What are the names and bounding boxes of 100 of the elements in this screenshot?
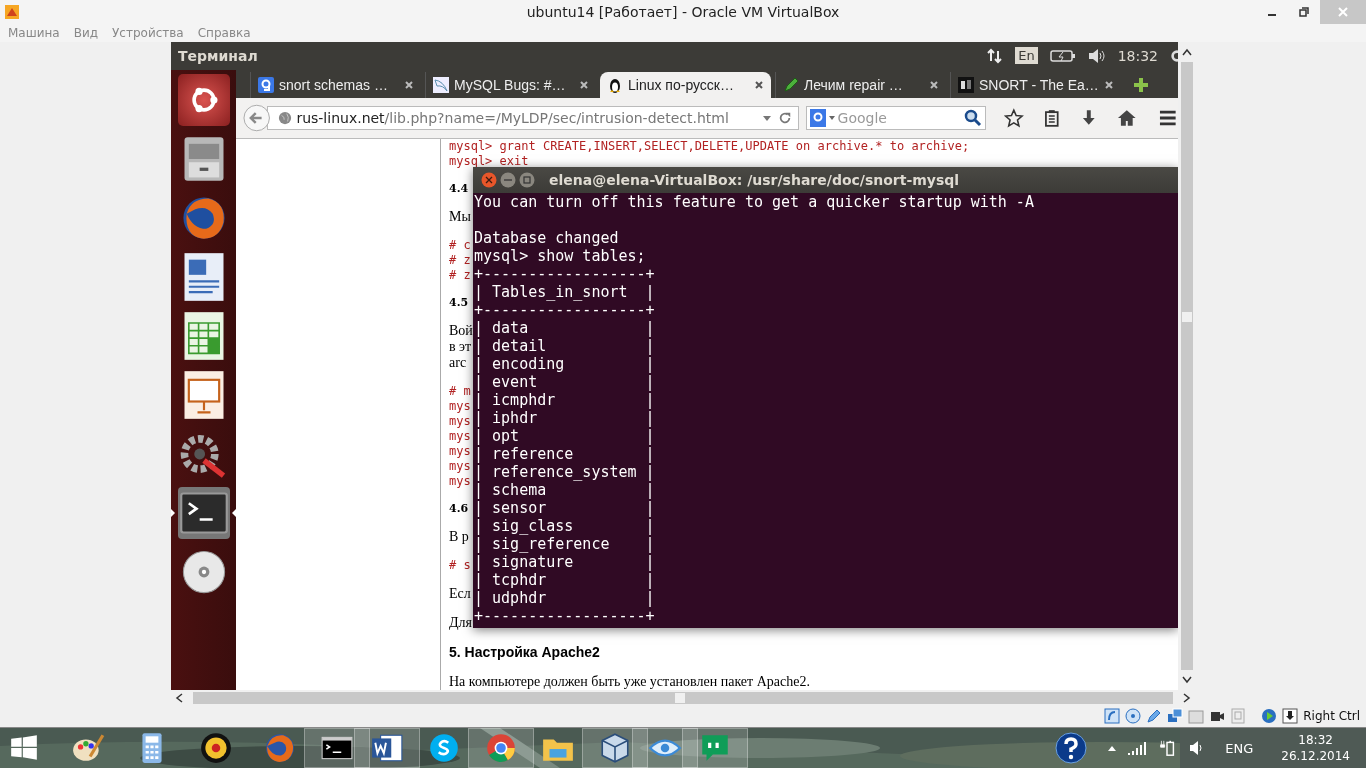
browser-tab[interactable]: Лечим repair … xyxy=(775,71,946,98)
plus-icon[interactable] xyxy=(1133,76,1149,93)
terminal-line: +------------------+ xyxy=(474,606,656,625)
section-heading: 5. Настройка Apache2 xyxy=(449,643,600,661)
close-icon[interactable] xyxy=(404,79,414,90)
terminal-line: +------------------+ xyxy=(474,264,656,283)
scroll-up-icon[interactable] xyxy=(1181,47,1192,56)
pencil-icon xyxy=(783,76,799,93)
home-icon[interactable] xyxy=(1116,107,1137,128)
search-icon[interactable] xyxy=(964,108,983,127)
terminal-line: +------------------+ xyxy=(474,300,656,319)
ubuntu-logo-icon[interactable] xyxy=(177,73,230,126)
close-icon[interactable] xyxy=(579,79,589,90)
terminal-line: mysql> show tables; xyxy=(474,246,647,265)
restore-icon xyxy=(1299,7,1309,17)
terminal-title: elena@elena-VirtualBox: /usr/share/doc/snort-mysql xyxy=(549,171,960,188)
paragraph-text: Вой xyxy=(449,322,473,339)
terminal-line: | icmphdr | xyxy=(474,390,656,409)
signal-icon[interactable] xyxy=(1127,740,1148,756)
chrome-icon[interactable] xyxy=(484,731,518,765)
code-line: mys xyxy=(449,428,471,444)
browser-tab[interactable]: snort schemas … xyxy=(250,71,421,98)
terminal-line: | opt | xyxy=(474,426,656,445)
scroll-left-icon[interactable] xyxy=(175,692,183,703)
section-number: 4.4 xyxy=(449,181,469,196)
close-icon xyxy=(1338,7,1348,17)
battery-icon[interactable] xyxy=(1049,48,1076,63)
search-box[interactable]: Google xyxy=(805,105,987,130)
scroll-down-icon[interactable] xyxy=(1181,675,1192,684)
virtualbox-icon[interactable] xyxy=(598,731,632,765)
terminal-line: | udphdr | xyxy=(474,588,656,607)
app-title: Терминал xyxy=(178,47,258,64)
terminal-line: | iphdr | xyxy=(474,408,656,427)
terminal-line: | Tables_in_snort | xyxy=(474,282,656,301)
terminal-line: You can turn off this feature to get a quicker startup with -A xyxy=(474,192,1035,211)
search-field[interactable]: Google xyxy=(835,108,965,127)
maximize-button[interactable] xyxy=(519,171,535,188)
close-icon[interactable] xyxy=(754,79,764,90)
folder-icon xyxy=(1188,708,1205,725)
terminal-line: | event | xyxy=(474,372,656,391)
code-line: mys xyxy=(449,473,471,489)
help-icon[interactable] xyxy=(1055,732,1088,764)
globe-icon xyxy=(1261,708,1278,725)
scroll-right-icon[interactable] xyxy=(1183,692,1191,703)
scroll-thumb[interactable] xyxy=(1181,311,1192,322)
back-button[interactable] xyxy=(242,102,272,133)
clock[interactable]: 18:32 xyxy=(1117,47,1158,64)
chat-bubble-icon[interactable] xyxy=(427,731,461,765)
terminal-line: | detail | xyxy=(474,336,656,355)
terminal-icon[interactable] xyxy=(177,486,230,539)
keyboard-layout-indicator[interactable]: En xyxy=(1015,47,1038,65)
terminal-line: | signature | xyxy=(474,552,656,571)
virtualbox-icon xyxy=(4,4,20,20)
code-line: mys xyxy=(449,398,471,414)
code-line: mys xyxy=(449,458,471,474)
browser-tab[interactable]: MySQL Bugs: #… xyxy=(425,71,596,98)
webcam-icon[interactable] xyxy=(199,731,233,765)
star-icon[interactable] xyxy=(1004,107,1024,128)
caret-up-icon[interactable] xyxy=(1107,745,1118,751)
globe-icon xyxy=(278,110,293,125)
pen-icon xyxy=(1146,708,1163,725)
terminal-line: | sig_reference | xyxy=(474,534,656,553)
code-line: mys xyxy=(449,443,471,459)
paragraph-text: arc xyxy=(449,354,467,371)
language-indicator[interactable]: ENG xyxy=(1225,740,1254,756)
terminal-line: | reference_system | xyxy=(474,462,656,481)
reload-icon[interactable] xyxy=(777,110,792,125)
terminal-line: | schema | xyxy=(474,480,656,499)
code-line: # m xyxy=(449,383,471,399)
window-title: ubuntu14 [Работает] - Oracle VM VirtualBox xyxy=(526,4,840,20)
paragraph-text: в эт xyxy=(449,338,472,355)
paragraph-text: Есл xyxy=(449,585,471,602)
browser-tab[interactable]: Linux по-русск… xyxy=(600,71,771,98)
host-key-label: Right Ctrl xyxy=(1303,709,1360,724)
tab-title: SNORT - The Ea… xyxy=(979,76,1099,93)
code-line: # z xyxy=(449,267,471,283)
close-icon[interactable] xyxy=(929,79,939,90)
minimize-button[interactable] xyxy=(500,171,516,188)
code-line: # s xyxy=(449,557,471,573)
tab-title: snort schemas … xyxy=(279,76,389,93)
terminal-line: | tcphdr | xyxy=(474,570,656,589)
code-line: # c xyxy=(449,237,471,253)
volume-icon[interactable] xyxy=(1087,47,1106,64)
firefox-icon[interactable] xyxy=(263,731,297,765)
minimize-icon xyxy=(1267,14,1277,16)
browser-tab[interactable]: SNORT - The Ea… xyxy=(950,71,1121,98)
start-button[interactable] xyxy=(10,734,38,762)
tab-title: MySQL Bugs: #… xyxy=(454,76,567,93)
terminal-line: Database changed xyxy=(474,228,620,247)
disc-icon xyxy=(1125,708,1142,725)
network-icon xyxy=(1167,708,1184,725)
network-icon[interactable] xyxy=(987,47,1004,64)
terminal-line: | sensor | xyxy=(474,498,656,517)
chip-icon xyxy=(1230,708,1247,725)
close-button[interactable] xyxy=(481,171,497,188)
address-bar[interactable]: rus-linux.net/lib.php?name=/MyLDP/sec/intrusion-detect.html xyxy=(267,105,799,130)
close-icon[interactable] xyxy=(1104,79,1114,90)
scroll-thumb[interactable] xyxy=(675,692,685,703)
clock[interactable]: 18:32 26.12.2014 xyxy=(1281,732,1350,764)
search-engine-icon[interactable] xyxy=(809,108,836,127)
